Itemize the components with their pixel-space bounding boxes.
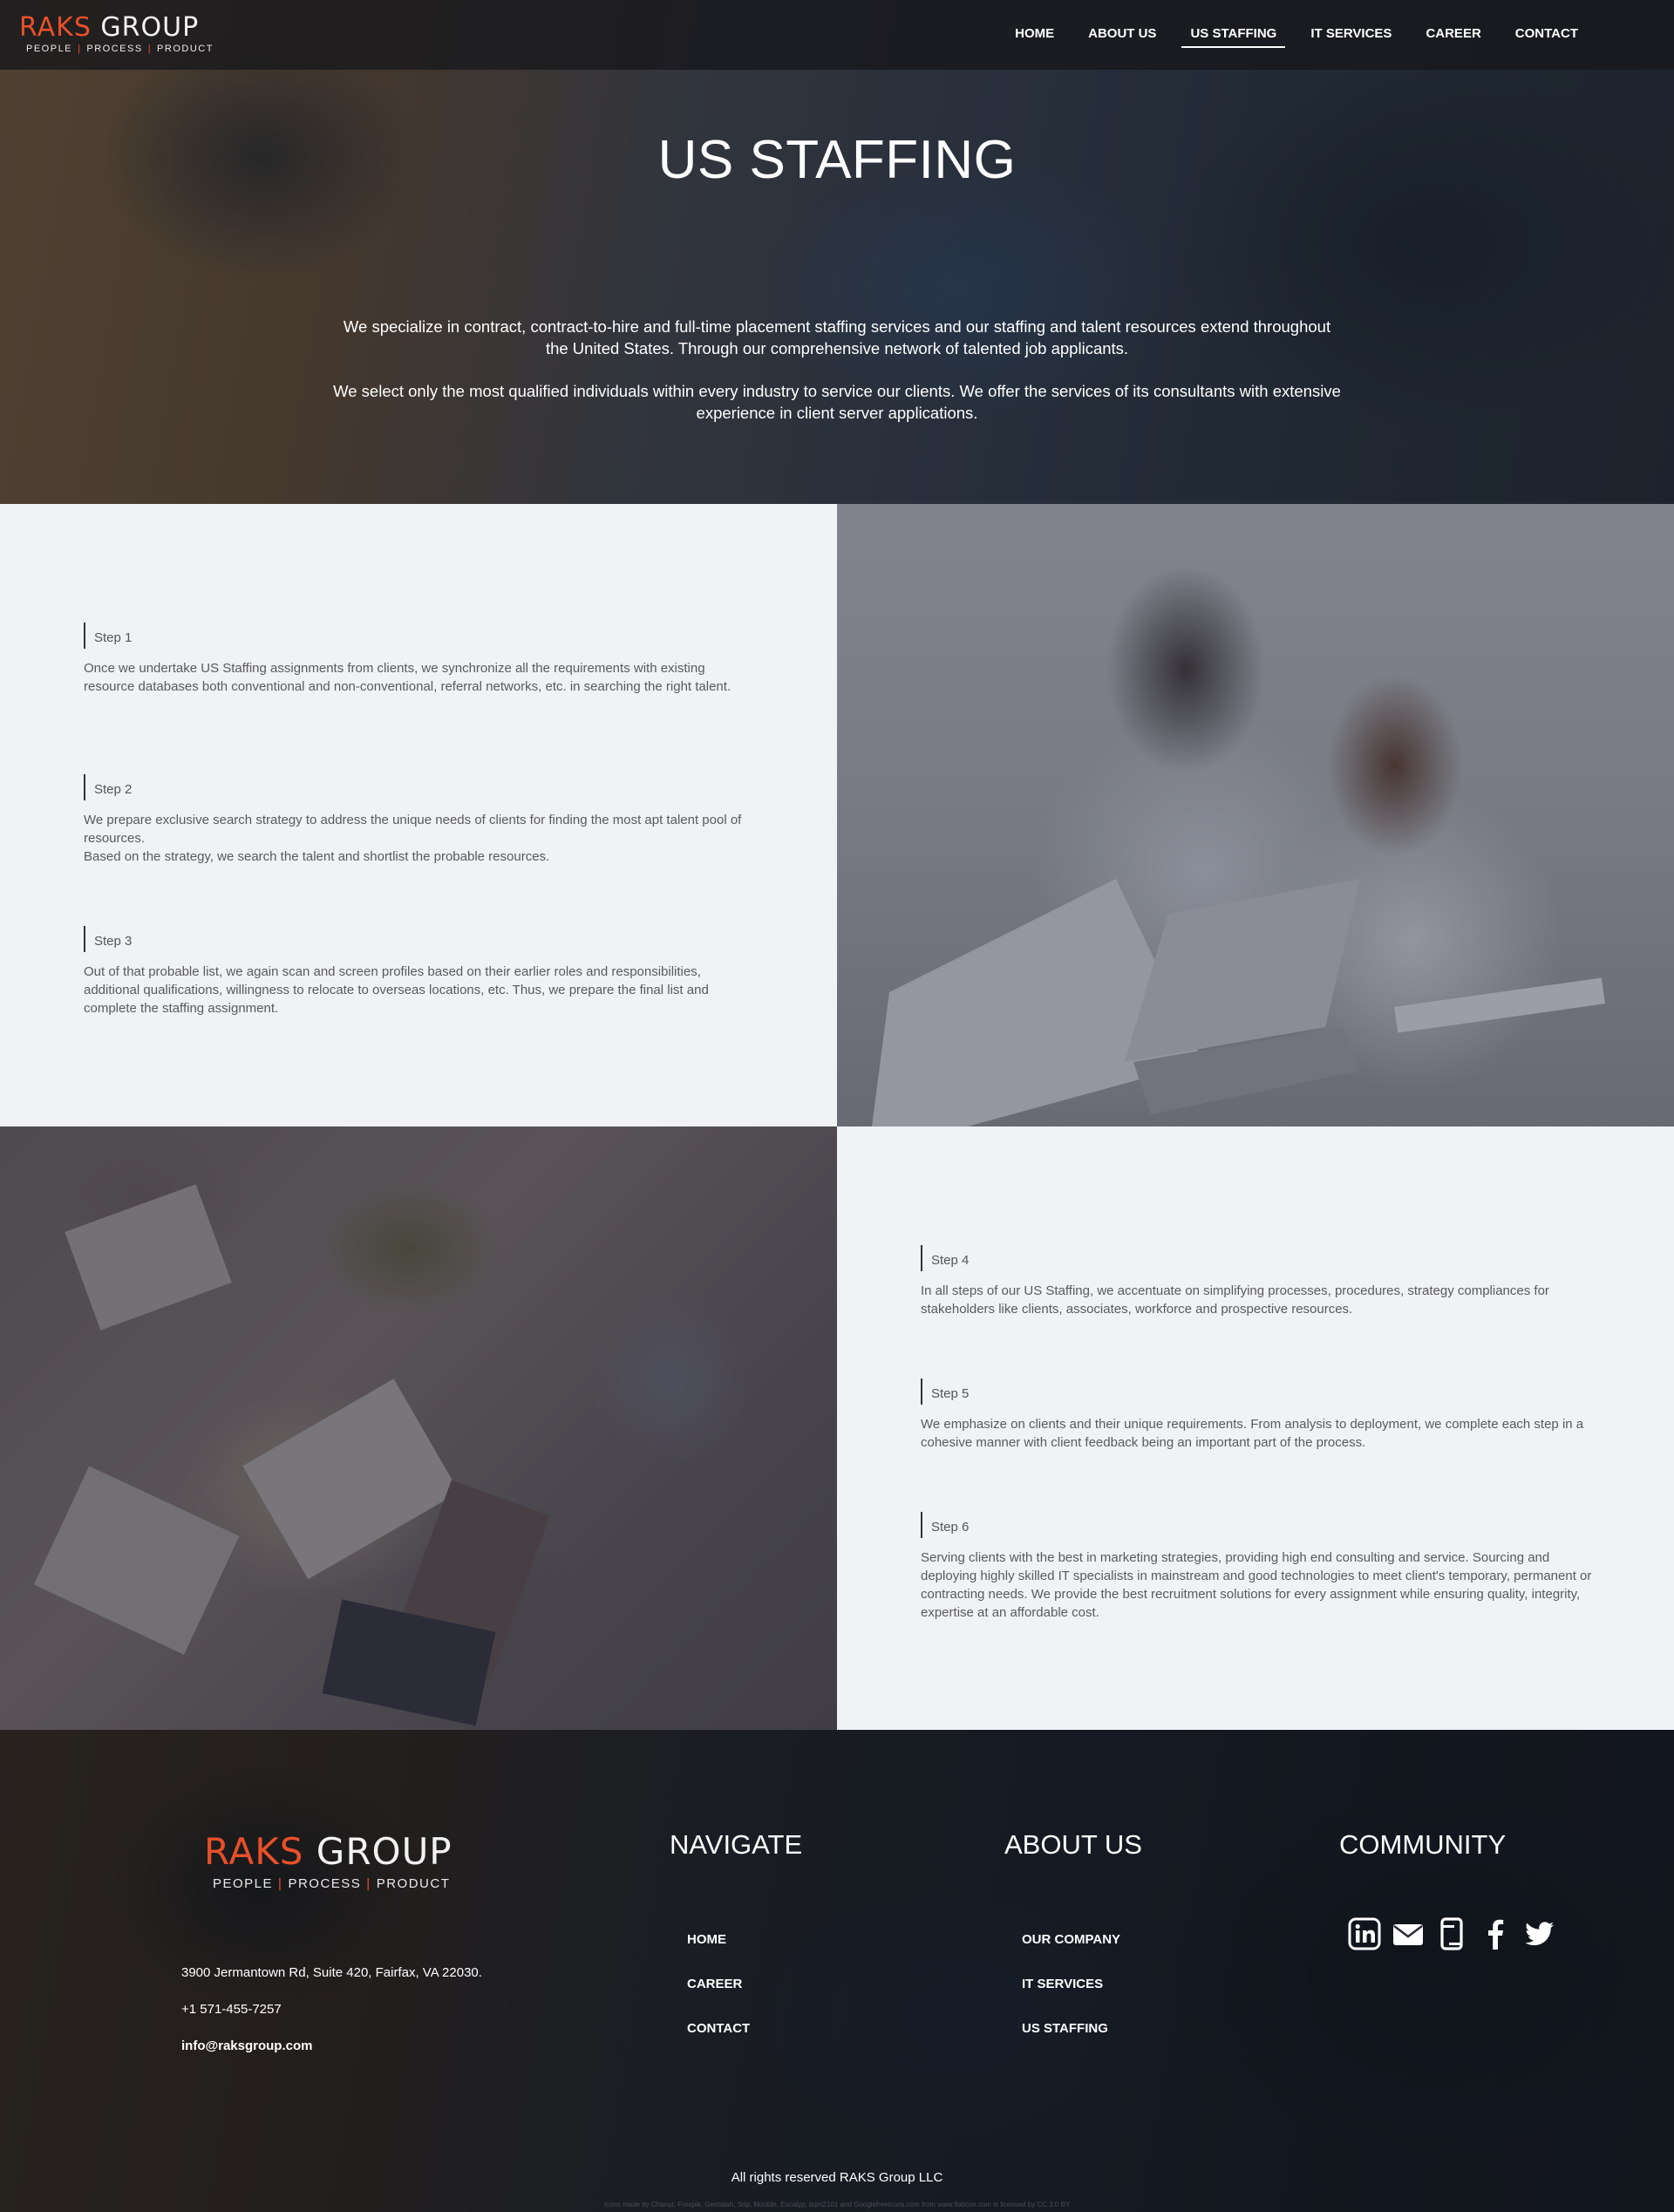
main-nav: HOME ABOUT US US STAFFING IT SERVICES CA…	[990, 24, 1587, 48]
step-title: Step 1	[84, 623, 755, 649]
hero-paragraph-2: We select only the most qualified indivi…	[333, 382, 1341, 422]
step-text: Out of that probable list, we again scan…	[84, 964, 709, 1016]
nav-it-services[interactable]: IT SERVICES	[1302, 24, 1400, 48]
team-photo	[0, 1126, 837, 1730]
step-title: Step 2	[84, 774, 755, 800]
nav-us-staffing[interactable]: US STAFFING	[1181, 24, 1286, 48]
twitter-icon[interactable]	[1521, 1916, 1556, 1951]
team-photo-overlay	[0, 1126, 837, 1730]
footer-link-it-services[interactable]: IT SERVICES	[1022, 1977, 1103, 1991]
tagline-process: PROCESS	[288, 1876, 362, 1891]
mobile-icon[interactable]	[1434, 1916, 1469, 1951]
steps-panel-1: Step 1 Once we undertake US Staffing ass…	[0, 504, 837, 1126]
email-icon[interactable]	[1391, 1916, 1426, 1951]
footer-community-heading: COMMUNITY	[1339, 1829, 1507, 1860]
meeting-photo-overlay	[837, 504, 1674, 1126]
step-text: Once we undertake US Staffing assignment…	[84, 661, 732, 694]
footer-address: 3900 Jermantown Rd, Suite 420, Fairfax, …	[181, 1965, 482, 1980]
logo-part-1: RAKS	[204, 1830, 304, 1873]
tagline-people: PEOPLE	[213, 1876, 274, 1891]
tagline-product: PRODUCT	[157, 44, 214, 54]
tagline-product: PRODUCT	[376, 1876, 451, 1891]
top-navigation-bar: RAKS GROUP PEOPLE | PROCESS | PRODUCT HOME A…	[0, 0, 1674, 70]
tagline-separator: |	[147, 44, 153, 54]
step-title: Step 6	[921, 1512, 1601, 1538]
footer-link-home[interactable]: HOME	[687, 1932, 726, 1947]
footer-link-our-company[interactable]: OUR COMPANY	[1022, 1932, 1120, 1947]
social-links	[1347, 1916, 1556, 1951]
step-title: Step 4	[921, 1245, 1601, 1271]
tagline-separator: |	[78, 44, 82, 54]
meeting-photo	[837, 504, 1674, 1126]
nav-about-us[interactable]: ABOUT US	[1079, 24, 1165, 48]
footer-logo[interactable]: RAKS GROUP PEOPLE | PROCESS | PRODUCT	[204, 1833, 453, 1892]
step-5: Step 5 We emphasize on clients and their…	[921, 1378, 1601, 1452]
header-logo[interactable]: RAKS GROUP PEOPLE | PROCESS | PRODUCT	[19, 14, 214, 55]
footer-link-career[interactable]: CAREER	[687, 1977, 742, 1991]
step-text: We prepare exclusive search strategy to …	[84, 813, 742, 864]
page-title: US STAFFING	[657, 130, 1017, 190]
hero-section: US STAFFING We specialize in contract, c…	[0, 0, 1674, 504]
tagline-separator: |	[366, 1876, 371, 1891]
facebook-icon[interactable]	[1478, 1916, 1513, 1951]
step-text: In all steps of our US Staffing, we acce…	[921, 1283, 1549, 1317]
step-title: Step 5	[921, 1378, 1601, 1405]
footer-about-heading: ABOUT US	[1004, 1829, 1142, 1860]
footer-link-us-staffing[interactable]: US STAFFING	[1022, 2021, 1108, 2036]
hero-paragraph-1: We specialize in contract, contract-to-h…	[343, 317, 1331, 357]
icon-credits: Icons made by Chanut, Freepik, Geotatah,…	[603, 2201, 1071, 2209]
logo-part-2: GROUP	[316, 1830, 453, 1873]
footer-link-contact[interactable]: CONTACT	[687, 2021, 750, 2036]
logo-tagline: PEOPLE | PROCESS | PRODUCT	[204, 1876, 453, 1891]
logo-part-2: GROUP	[100, 12, 200, 43]
logo-part-1: RAKS	[19, 12, 92, 43]
logo-wordmark: RAKS GROUP	[19, 14, 214, 42]
linkedin-icon[interactable]	[1347, 1916, 1382, 1951]
step-3: Step 3 Out of that probable list, we aga…	[84, 926, 755, 1018]
hero-overlay	[0, 0, 1674, 504]
step-title: Step 3	[84, 926, 755, 952]
steps-panel-2: Step 4 In all steps of our US Staffing, …	[837, 1126, 1674, 1730]
logo-tagline: PEOPLE | PROCESS | PRODUCT	[19, 44, 214, 54]
nav-home[interactable]: HOME	[1006, 24, 1063, 48]
copyright-text: All rights reserved RAKS Group LLC	[731, 2170, 943, 2185]
step-1: Step 1 Once we undertake US Staffing ass…	[84, 623, 755, 696]
step-text: We emphasize on clients and their unique…	[921, 1417, 1584, 1450]
step-2: Step 2 We prepare exclusive search strat…	[84, 774, 755, 866]
step-4: Step 4 In all steps of our US Staffing, …	[921, 1245, 1601, 1318]
tagline-process: PROCESS	[86, 44, 143, 54]
step-6: Step 6 Serving clients with the best in …	[921, 1512, 1601, 1622]
nav-contact[interactable]: CONTACT	[1507, 24, 1587, 48]
nav-career[interactable]: CAREER	[1417, 24, 1489, 48]
footer-phone[interactable]: +1 571-455-7257	[181, 2002, 282, 2017]
logo-wordmark: RAKS GROUP	[204, 1833, 453, 1871]
footer-navigate-heading: NAVIGATE	[670, 1829, 803, 1860]
tagline-separator: |	[278, 1876, 283, 1891]
tagline-people: PEOPLE	[26, 44, 73, 54]
step-text: Serving clients with the best in marketi…	[921, 1550, 1592, 1620]
footer-email[interactable]: info@raksgroup.com	[181, 2038, 312, 2053]
